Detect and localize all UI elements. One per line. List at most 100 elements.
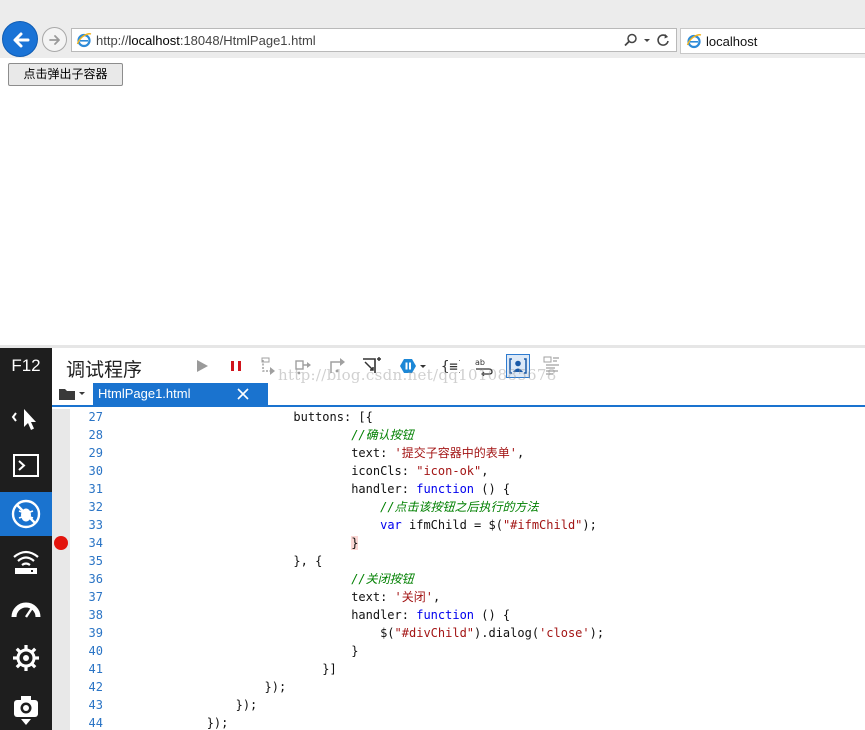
- ie-page-icon: [76, 33, 92, 48]
- code-line[interactable]: 30 iconCls: "icon-ok",: [70, 462, 865, 480]
- debugger-tool[interactable]: [0, 492, 52, 536]
- line-number: 28: [88, 428, 103, 442]
- arrow-left-icon: [13, 32, 30, 48]
- file-tab-htmlpage1[interactable]: HtmlPage1.html: [93, 383, 268, 405]
- line-number: 36: [88, 572, 103, 586]
- chevron-down-icon[interactable]: [643, 33, 651, 47]
- url-scheme: http://: [96, 33, 129, 48]
- refresh-icon[interactable]: [656, 33, 670, 47]
- code-editor[interactable]: 27 buttons: [{28 //确认按钮 29 text: '提交子容器中的…: [52, 409, 865, 730]
- code-line[interactable]: 38 handler: function () {: [70, 606, 865, 624]
- code-text: iconCls: "icon-ok",: [120, 462, 488, 480]
- code-text: handler: function () {: [120, 606, 510, 624]
- code-line[interactable]: 35 }, {: [70, 552, 865, 570]
- code-token: }, {: [120, 554, 323, 568]
- open-document-button[interactable]: [58, 386, 86, 402]
- code-token: text:: [120, 446, 395, 460]
- play-icon: [197, 360, 208, 372]
- line-number: 33: [88, 518, 103, 532]
- code-token: () {: [474, 608, 511, 622]
- url-path: :18048/HtmlPage1.html: [179, 33, 316, 48]
- code-token: }]: [120, 662, 337, 676]
- code-line[interactable]: 39 $("#divChild").dialog('close');: [70, 624, 865, 642]
- code-text: //点击该按钮之后执行的方法: [120, 498, 539, 516]
- code-token: //确认按钮: [351, 428, 414, 442]
- break-button[interactable]: [224, 354, 248, 378]
- code-text: }, {: [120, 552, 322, 570]
- code-text: text: '关闭',: [120, 588, 440, 606]
- code-line[interactable]: 42 });: [70, 678, 865, 696]
- code-line[interactable]: 36 //关闭按钮: [70, 570, 865, 588]
- line-number: 32: [88, 500, 103, 514]
- code-line[interactable]: 31 handler: function () {: [70, 480, 865, 498]
- code-line[interactable]: 44 });: [70, 714, 865, 730]
- code-token: //点击该按钮之后执行的方法: [380, 500, 539, 514]
- code-line[interactable]: 34 }: [70, 534, 865, 552]
- line-number: 38: [88, 608, 103, 622]
- forward-button[interactable]: [42, 27, 67, 52]
- breakpoint-marker[interactable]: [54, 536, 68, 550]
- continue-button[interactable]: [190, 354, 214, 378]
- line-number: 42: [88, 680, 103, 694]
- code-token: var: [380, 518, 402, 532]
- code-token: handler:: [120, 482, 417, 496]
- code-token: ifmChild = $(: [401, 518, 503, 532]
- browser-tab[interactable]: localhost: [680, 28, 865, 54]
- code-token: "#divChild": [394, 626, 475, 640]
- code-line[interactable]: 33 var ifmChild = $("#ifmChild");: [70, 516, 865, 534]
- code-token: //关闭按钮: [351, 572, 414, 586]
- code-token: function: [416, 608, 475, 622]
- code-token: function: [416, 482, 475, 496]
- code-text: var ifmChild = $("#ifmChild");: [120, 516, 597, 534]
- code-token: text:: [120, 590, 395, 604]
- breakpoint-gutter[interactable]: [52, 409, 70, 730]
- dom-explorer-icon: [11, 409, 36, 430]
- f12-label: F12: [11, 356, 41, 375]
- code-token: $(: [120, 626, 395, 640]
- search-icon[interactable]: [624, 33, 638, 47]
- console-tool[interactable]: [0, 444, 52, 488]
- code-line[interactable]: 37 text: '关闭',: [70, 588, 865, 606]
- code-text: buttons: [{: [120, 409, 372, 426]
- developer-tools-panel: F12 调试程序 {≡ ab http://blog.csdn.net/qq10…: [0, 345, 865, 730]
- code-line[interactable]: 29 text: '提交子容器中的表单',: [70, 444, 865, 462]
- code-token: ,: [481, 464, 489, 478]
- tab-title: localhost: [706, 34, 758, 49]
- network-tool[interactable]: [0, 540, 52, 584]
- code-line[interactable]: 40 }: [70, 642, 865, 660]
- code-line[interactable]: 41 }]: [70, 660, 865, 678]
- code-line[interactable]: 27 buttons: [{: [70, 409, 865, 426]
- code-token: ,: [433, 590, 441, 604]
- address-url[interactable]: http://localhost:18048/HtmlPage1.html: [96, 33, 316, 48]
- network-wifi-icon: [13, 550, 39, 574]
- pause-icon: [231, 361, 241, 371]
- dom-explorer-tool[interactable]: [0, 396, 52, 440]
- performance-tool[interactable]: [0, 588, 52, 632]
- code-text: handler: function () {: [120, 480, 510, 498]
- code-line[interactable]: 28 //确认按钮: [70, 426, 865, 444]
- memory-tool[interactable]: [0, 636, 52, 680]
- line-number: 31: [88, 482, 103, 496]
- open-child-container-button[interactable]: 点击弹出子容器: [8, 63, 123, 86]
- browser-chrome: http://localhost:18048/HtmlPage1.html lo…: [0, 0, 865, 58]
- code-text: //关闭按钮: [120, 570, 414, 588]
- sidebar-more-chevron-icon[interactable]: [20, 717, 32, 727]
- watermark-text: http://blog.csdn.net/qq1010885678: [278, 366, 557, 384]
- code-text: text: '提交子容器中的表单',: [120, 444, 524, 462]
- line-number: 30: [88, 464, 103, 478]
- address-bar[interactable]: http://localhost:18048/HtmlPage1.html: [71, 28, 677, 52]
- code-text: });: [120, 714, 229, 730]
- code-token: '提交子容器中的表单': [394, 446, 517, 460]
- code-line[interactable]: 32 //点击该按钮之后执行的方法: [70, 498, 865, 516]
- line-number: 44: [88, 716, 103, 730]
- line-number: 41: [88, 662, 103, 676]
- code-token: handler:: [120, 608, 417, 622]
- line-number: 39: [88, 626, 103, 640]
- code-line[interactable]: 43 });: [70, 696, 865, 714]
- breakpoint-highlight: }: [351, 536, 359, 550]
- close-icon[interactable]: [235, 386, 251, 402]
- back-button[interactable]: [2, 21, 38, 57]
